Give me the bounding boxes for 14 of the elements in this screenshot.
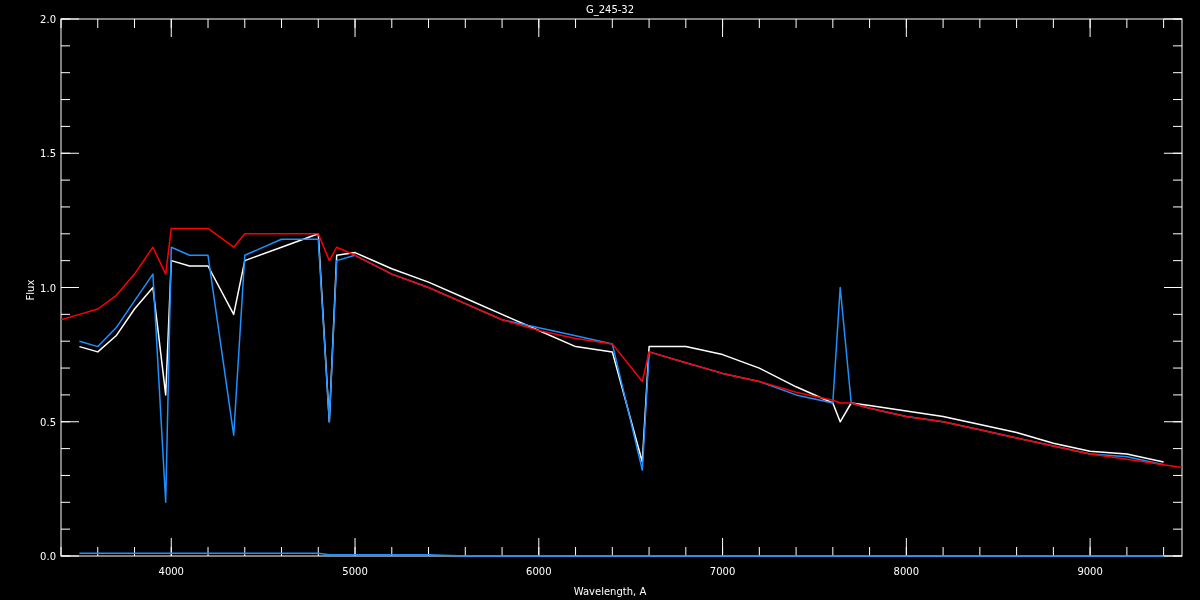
tick-label: 8000 [893, 566, 920, 577]
tick-label: 5000 [342, 566, 368, 577]
tick-label: 7000 [709, 566, 736, 577]
axis-label: Wavelength, A [573, 586, 647, 597]
tick-label: 2.0 [40, 14, 56, 25]
tick-label: 9000 [1077, 566, 1103, 577]
tick-label: 4000 [158, 566, 184, 577]
tick-label: 0.5 [40, 416, 56, 428]
tick-label: 1.0 [40, 282, 56, 294]
tick-label: 1.5 [40, 148, 56, 160]
tick-label: 0.0 [40, 551, 56, 562]
axis-label: Flux [25, 279, 36, 301]
chart-title: G_245-32 [585, 4, 635, 15]
tick-label: 6000 [526, 566, 552, 577]
